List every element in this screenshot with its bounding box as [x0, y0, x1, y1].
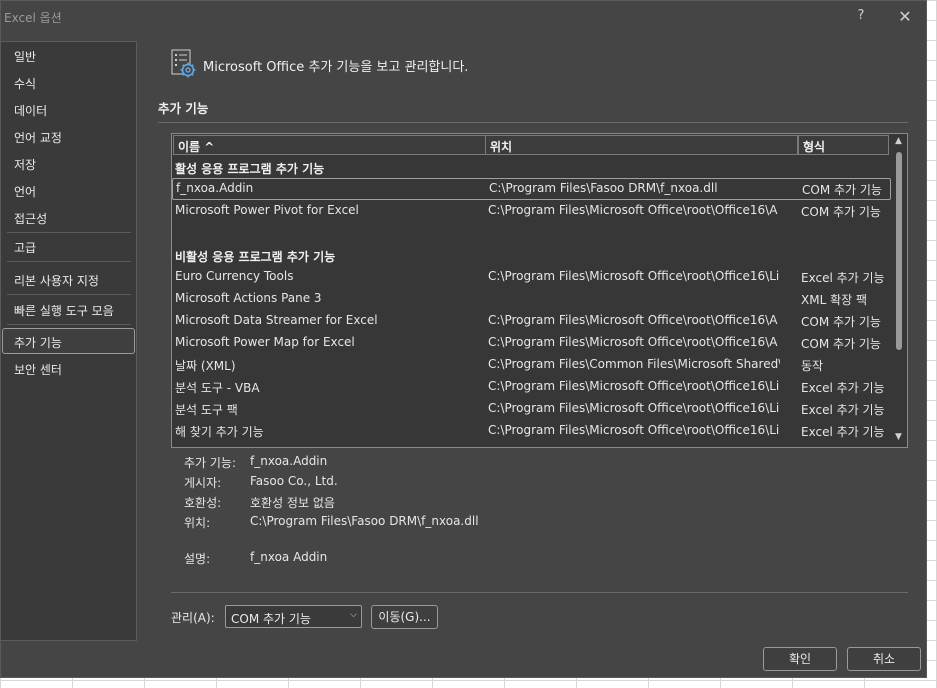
title-bar: Excel 옵션 ? ✕: [1, 1, 926, 35]
addin-location: C:\Program Files\Microsoft Office\root\O…: [488, 203, 778, 217]
addin-location: C:\Program Files\Common Files\Microsoft …: [488, 357, 780, 371]
addin-type: Excel 추가 기능: [801, 381, 885, 395]
detail-location-label: 위치:: [184, 516, 211, 530]
manage-dropdown-value: COM 추가 기능: [231, 612, 311, 626]
help-button[interactable]: ?: [853, 8, 869, 26]
detail-desc-label: 설명:: [184, 552, 211, 566]
scroll-up-arrow-icon[interactable]: ▲: [895, 136, 902, 146]
detail-location-value: C:\Program Files\Fasoo DRM\f_nxoa.dll: [250, 514, 479, 528]
detail-compat-value: 호환성 정보 없음: [250, 496, 335, 510]
sidebar-item-customize-ribbon[interactable]: 리본 사용자 지정: [14, 272, 99, 289]
sidebar-item-general[interactable]: 일반: [14, 48, 36, 65]
sidebar-divider: [7, 324, 131, 325]
addin-name: Euro Currency Tools: [175, 269, 294, 283]
table-row[interactable]: 분석 도구 팩 C:\Program Files\Microsoft Offic…: [172, 398, 891, 420]
table-row[interactable]: 해 찾기 추가 기능 C:\Program Files\Microsoft Of…: [172, 420, 891, 442]
addin-location: C:\Program Files\Microsoft Office\root\O…: [488, 423, 780, 437]
sidebar-item-proofing[interactable]: 언어 교정: [14, 129, 62, 146]
detail-publisher-label: 게시자:: [184, 476, 222, 490]
addin-type: Excel 추가 기능: [801, 425, 885, 439]
detail-compat-label: 호환성:: [184, 496, 222, 510]
addin-name: Microsoft Data Streamer for Excel: [175, 313, 378, 327]
list-header: 이름 ^ 위치 형식: [172, 134, 891, 156]
addins-list[interactable]: 이름 ^ 위치 형식 활성 응용 프로그램 추가 기능 f_nxoa.Addin…: [171, 133, 908, 448]
detail-publisher-value: Fasoo Co., Ltd.: [250, 474, 338, 488]
sidebar-item-advanced[interactable]: 고급: [14, 239, 36, 256]
addin-name: 분석 도구 - VBA: [175, 381, 260, 395]
addin-location: C:\Program Files\Microsoft Office\root\O…: [488, 335, 778, 349]
addin-type: Excel 추가 기능: [801, 403, 885, 417]
table-row[interactable]: 분석 도구 - VBA C:\Program Files\Microsoft O…: [172, 376, 891, 398]
sidebar-divider: [7, 294, 131, 295]
sidebar-item-formulas[interactable]: 수식: [14, 75, 36, 92]
addin-type: COM 추가 기능: [802, 183, 882, 197]
table-row[interactable]: 날짜 (XML) C:\Program Files\Common Files\M…: [172, 354, 891, 376]
sidebar-divider: [7, 261, 131, 262]
addin-name: 해 찾기 추가 기능: [175, 425, 264, 439]
addin-type: Excel 추가 기능: [801, 271, 885, 285]
sidebar-item-accessibility[interactable]: 접근성: [14, 210, 47, 227]
manage-divider: [171, 592, 908, 593]
addin-location: C:\Program Files\Microsoft Office\root\O…: [488, 269, 780, 283]
addin-type: XML 확장 팩: [801, 293, 868, 307]
page-header-text: Microsoft Office 추가 기능을 보고 관리합니다.: [203, 60, 469, 75]
window-title: Excel 옵션: [4, 11, 62, 25]
excel-options-dialog: Excel 옵션 ? ✕ 일반 수식 데이터 언어 교정 저장 언어 접근성 고…: [0, 0, 927, 678]
column-header-name[interactable]: 이름 ^: [173, 135, 486, 155]
sidebar-item-trust-center[interactable]: 보안 센터: [14, 361, 62, 378]
table-row[interactable]: Microsoft Power Map for Excel C:\Program…: [172, 332, 891, 354]
detail-addin-label: 추가 기능:: [184, 456, 237, 470]
sidebar-item-quick-access-toolbar[interactable]: 빠른 실행 도구 모음: [14, 302, 114, 319]
go-button[interactable]: 이동(G)...: [371, 605, 438, 629]
addin-location: C:\Program Files\Microsoft Office\root\O…: [488, 379, 780, 393]
ok-button[interactable]: 확인: [763, 647, 837, 671]
sidebar-item-addins[interactable]: 추가 기능: [14, 334, 62, 351]
table-row[interactable]: Microsoft Power Pivot for Excel C:\Progr…: [172, 200, 891, 222]
sidebar-divider: [7, 232, 131, 233]
addin-name: f_nxoa.Addin: [176, 181, 254, 195]
table-row[interactable]: f_nxoa.Addin C:\Program Files\Fasoo DRM\…: [172, 178, 891, 200]
addin-name: Microsoft Power Map for Excel: [175, 335, 355, 349]
addin-name: Microsoft Actions Pane 3: [175, 291, 322, 305]
table-row[interactable]: Microsoft Actions Pane 3 XML 확장 팩: [172, 288, 891, 310]
addin-type: COM 추가 기능: [801, 315, 881, 329]
addin-name: 분석 도구 팩: [175, 403, 238, 417]
detail-addin-value: f_nxoa.Addin: [250, 454, 328, 468]
addin-location: C:\Program Files\Microsoft Office\root\O…: [488, 313, 778, 327]
manage-dropdown[interactable]: COM 추가 기능 ⌵: [225, 605, 362, 628]
detail-desc-value: f_nxoa Addin: [250, 550, 328, 564]
sidebar-item-save[interactable]: 저장: [14, 156, 36, 173]
close-button[interactable]: ✕: [896, 7, 914, 26]
addin-name: 날짜 (XML): [175, 359, 236, 373]
cancel-button[interactable]: 취소: [847, 647, 921, 671]
addin-type: 동작: [801, 359, 824, 373]
inactive-addins-group-header: 비활성 응용 프로그램 추가 기능: [175, 250, 336, 264]
active-addins-group-header: 활성 응용 프로그램 추가 기능: [175, 162, 325, 176]
scroll-down-arrow-icon[interactable]: ▼: [895, 432, 902, 442]
section-title: 추가 기능: [158, 101, 209, 116]
addins-gear-icon: [171, 49, 196, 78]
sidebar-item-data[interactable]: 데이터: [14, 102, 47, 119]
chevron-down-icon: ⌵: [350, 610, 357, 620]
column-header-location[interactable]: 위치: [485, 135, 798, 155]
column-header-type[interactable]: 형식: [798, 135, 889, 155]
options-sidebar: 일반 수식 데이터 언어 교정 저장 언어 접근성 고급 리본 사용자 지정 빠…: [1, 41, 137, 641]
addin-type: COM 추가 기능: [801, 337, 881, 351]
table-row[interactable]: Microsoft Data Streamer for Excel C:\Pro…: [172, 310, 891, 332]
sidebar-item-language[interactable]: 언어: [14, 183, 36, 200]
addin-name: Microsoft Power Pivot for Excel: [175, 203, 359, 217]
addin-location: C:\Program Files\Fasoo DRM\f_nxoa.dll: [489, 181, 718, 195]
addin-location: C:\Program Files\Microsoft Office\root\O…: [488, 401, 780, 415]
list-scrollbar[interactable]: ▲ ▼: [891, 134, 907, 447]
table-row[interactable]: Euro Currency Tools C:\Program Files\Mic…: [172, 266, 891, 288]
addin-type: COM 추가 기능: [801, 205, 881, 219]
section-divider: [158, 122, 908, 123]
scroll-thumb[interactable]: [896, 152, 902, 350]
manage-label: 관리(A):: [171, 611, 215, 625]
